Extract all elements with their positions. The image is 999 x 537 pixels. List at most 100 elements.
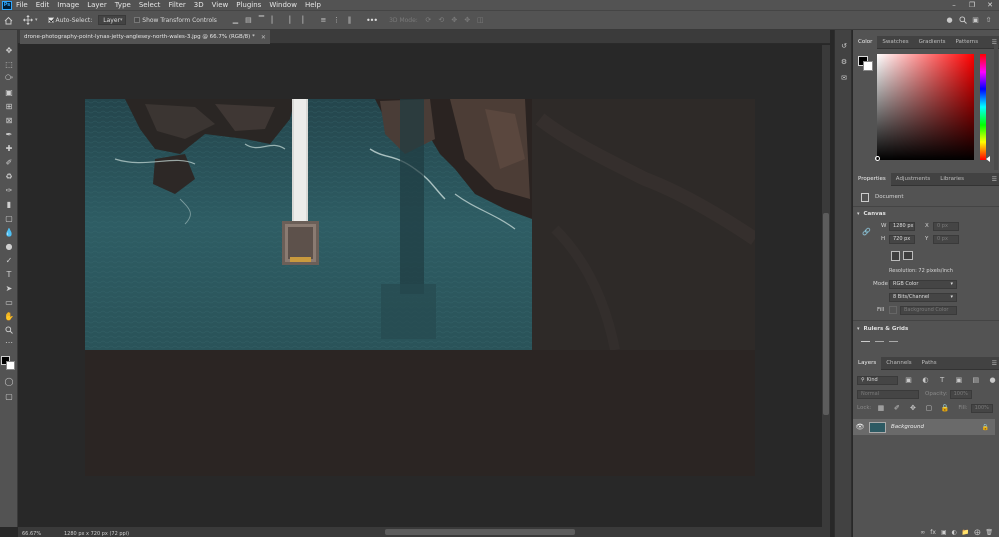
home-icon[interactable] (4, 10, 13, 30)
new-group-icon[interactable]: 📁 (962, 529, 969, 536)
tab-properties[interactable]: Properties (853, 172, 891, 186)
menu-view[interactable]: View (212, 0, 229, 10)
lock-icon[interactable]: 🔒 (982, 424, 989, 431)
lock-artboard-icon[interactable]: ▢ (924, 404, 933, 413)
clone-stamp-tool-icon[interactable]: ♻ (2, 170, 16, 182)
layer-row[interactable]: 👁 Background 🔒 (853, 419, 995, 435)
close-icon[interactable]: ✕ (981, 0, 999, 10)
eraser-tool-icon[interactable]: ▮ (2, 198, 16, 210)
hue-marker[interactable] (986, 156, 990, 162)
visibility-eye-icon[interactable]: 👁 (853, 423, 867, 431)
width-field[interactable]: 1280 px (889, 221, 915, 231)
lock-position-icon[interactable]: ✥ (908, 404, 917, 413)
align-right-icon[interactable]: ▕ (296, 16, 305, 25)
y-field[interactable]: 0 px (933, 234, 959, 244)
adjustment-layer-icon[interactable]: ◐ (952, 529, 957, 536)
auto-select-toggle[interactable]: Auto-Select: (47, 10, 92, 30)
link-layers-icon[interactable]: ∞ (920, 529, 925, 536)
menu-layer[interactable]: Layer (87, 0, 107, 10)
menu-3d[interactable]: 3D (194, 0, 204, 10)
align-bottom-icon[interactable]: ▔ (257, 16, 266, 25)
vertical-scrollbar[interactable] (822, 45, 830, 527)
restore-icon[interactable]: ❐ (963, 0, 981, 10)
rectangle-tool-icon[interactable]: ▭ (2, 296, 16, 308)
frame-tool-icon[interactable]: ⊠ (2, 114, 16, 126)
search-icon[interactable] (958, 16, 967, 25)
landscape-icon[interactable] (903, 251, 913, 260)
orbit-3d-icon[interactable]: ⟳ (424, 16, 433, 25)
comments-panel-icon[interactable]: ✉ (838, 72, 850, 84)
roll-3d-icon[interactable]: ⟲ (437, 16, 446, 25)
blur-tool-icon[interactable]: 💧 (2, 226, 16, 238)
color-picker-ring[interactable] (875, 156, 880, 161)
lock-all-icon[interactable]: 🔒 (940, 404, 950, 413)
tab-paths[interactable]: Paths (917, 357, 942, 370)
guides-icon[interactable] (889, 340, 898, 342)
menu-edit[interactable]: Edit (36, 0, 50, 10)
align-top-icon[interactable]: ▁ (231, 16, 240, 25)
layer-name[interactable]: Background (891, 424, 982, 430)
background-color-chip[interactable] (863, 61, 873, 71)
height-field[interactable]: 720 px (889, 234, 915, 244)
tab-channels[interactable]: Channels (881, 357, 916, 370)
share-icon[interactable]: ⇧ (984, 16, 993, 25)
type-tool-icon[interactable]: T (2, 268, 16, 280)
edit-toolbar-icon[interactable]: ⋯ (2, 336, 16, 348)
pen-tool-icon[interactable]: ✓ (2, 254, 16, 266)
screen-mode-icon[interactable]: ▢ (2, 390, 16, 402)
menu-type[interactable]: Type (115, 0, 131, 10)
history-brush-tool-icon[interactable]: ✑ (2, 184, 16, 196)
grid-icon[interactable] (875, 340, 884, 342)
bit-depth-dropdown[interactable]: 8 Bits/Channel ▾ (889, 292, 957, 302)
foreground-background-swatches[interactable] (1, 354, 17, 370)
distribute-left-icon[interactable]: ‖ (345, 16, 354, 25)
filter-toggle-icon[interactable]: ● (988, 376, 997, 385)
workspace-icon[interactable]: ▣ (971, 16, 980, 25)
dodge-tool-icon[interactable]: ● (2, 240, 16, 252)
x-field[interactable]: 0 px (933, 221, 959, 231)
tab-layers[interactable]: Layers (853, 356, 882, 370)
align-hcenter-icon[interactable]: ▕ (283, 16, 292, 25)
slide-3d-icon[interactable]: ✥ (463, 16, 472, 25)
zoom-tool-icon[interactable] (2, 324, 16, 336)
lock-pixels-icon[interactable]: ✐ (892, 404, 901, 413)
rulers-section-header[interactable]: ▾ Rulers & Grids (853, 324, 999, 334)
brush-tool-icon[interactable]: ✐ (2, 156, 16, 168)
show-transform-checkbox[interactable] (134, 17, 141, 23)
portrait-icon[interactable] (891, 250, 900, 261)
lock-transparency-icon[interactable]: ▦ (876, 404, 885, 413)
marquee-tool-icon[interactable]: ⬚ (2, 58, 16, 70)
tab-color[interactable]: Color (853, 35, 878, 49)
filter-pixel-icon[interactable]: ▣ (904, 376, 913, 385)
close-tab-icon[interactable]: ✕ (261, 34, 266, 41)
healing-brush-tool-icon[interactable]: ✚ (2, 142, 16, 154)
panel-menu-icon[interactable]: ☰ (992, 176, 997, 183)
menu-image[interactable]: Image (57, 0, 79, 10)
history-panel-icon[interactable]: ↺ (838, 40, 850, 52)
layer-fill-field[interactable]: 100% (970, 403, 993, 413)
canvas-area[interactable] (18, 45, 822, 527)
color-field[interactable] (875, 54, 974, 161)
fill-dropdown[interactable]: Background Color (900, 305, 957, 315)
blend-mode-dropdown[interactable]: Normal (857, 389, 919, 399)
filter-adjustment-icon[interactable]: ◐ (921, 376, 930, 385)
eyedropper-tool-icon[interactable]: ✒ (2, 128, 16, 140)
filter-smart-icon[interactable]: ▤ (971, 376, 980, 385)
auto-select-checkbox[interactable] (47, 17, 54, 23)
align-vcenter-icon[interactable]: ▤ (244, 16, 253, 25)
add-mask-icon[interactable]: ▣ (941, 529, 947, 536)
tab-gradients[interactable]: Gradients (914, 36, 951, 49)
tab-patterns[interactable]: Patterns (950, 36, 983, 49)
opacity-field[interactable]: 100% (949, 389, 972, 399)
layer-effects-icon[interactable]: fx (930, 529, 936, 536)
tab-libraries[interactable]: Libraries (935, 173, 969, 186)
minimize-icon[interactable]: – (945, 0, 963, 10)
vertical-scroll-thumb[interactable] (823, 213, 829, 415)
color-panel-scrollbar[interactable] (994, 44, 998, 170)
hue-slider[interactable] (980, 54, 990, 162)
menu-file[interactable]: File (16, 0, 28, 10)
distribute-vertical-icon[interactable]: ≡ (319, 16, 328, 25)
crop-tool-icon[interactable]: ⊞ (2, 100, 16, 112)
show-transform-toggle[interactable]: Show Transform Controls (134, 10, 217, 30)
menu-help[interactable]: Help (305, 0, 321, 10)
